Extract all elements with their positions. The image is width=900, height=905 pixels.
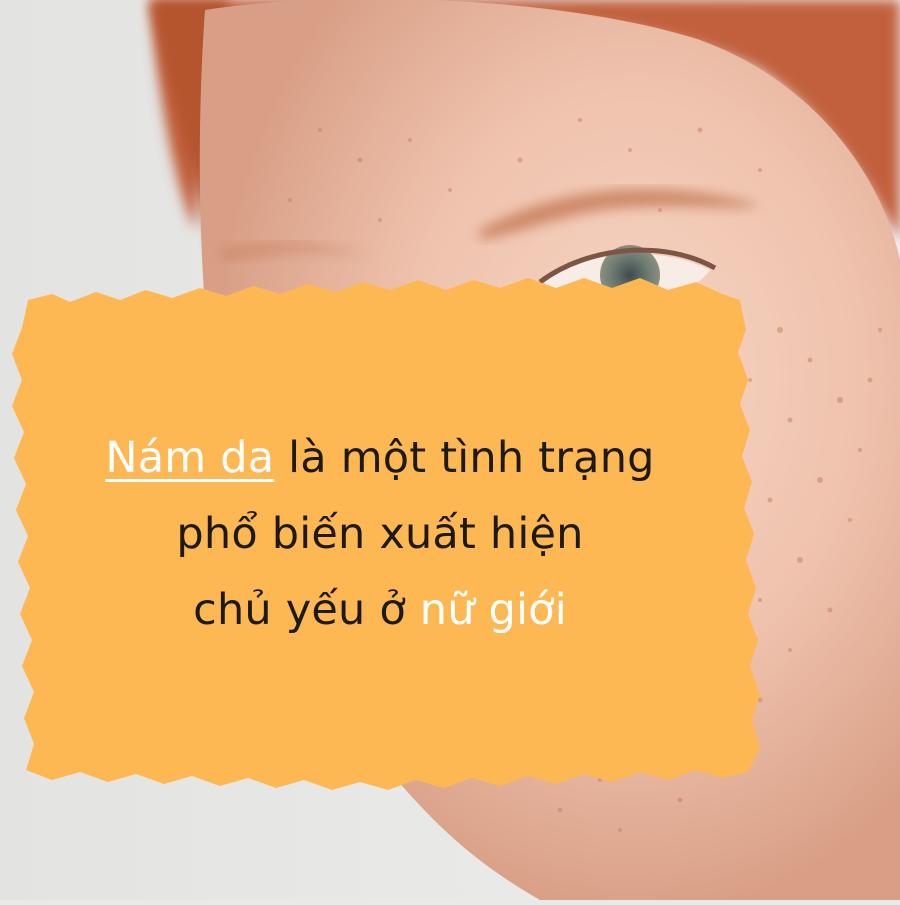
freckled-face-photo bbox=[0, 0, 900, 900]
photo-background bbox=[0, 0, 900, 900]
